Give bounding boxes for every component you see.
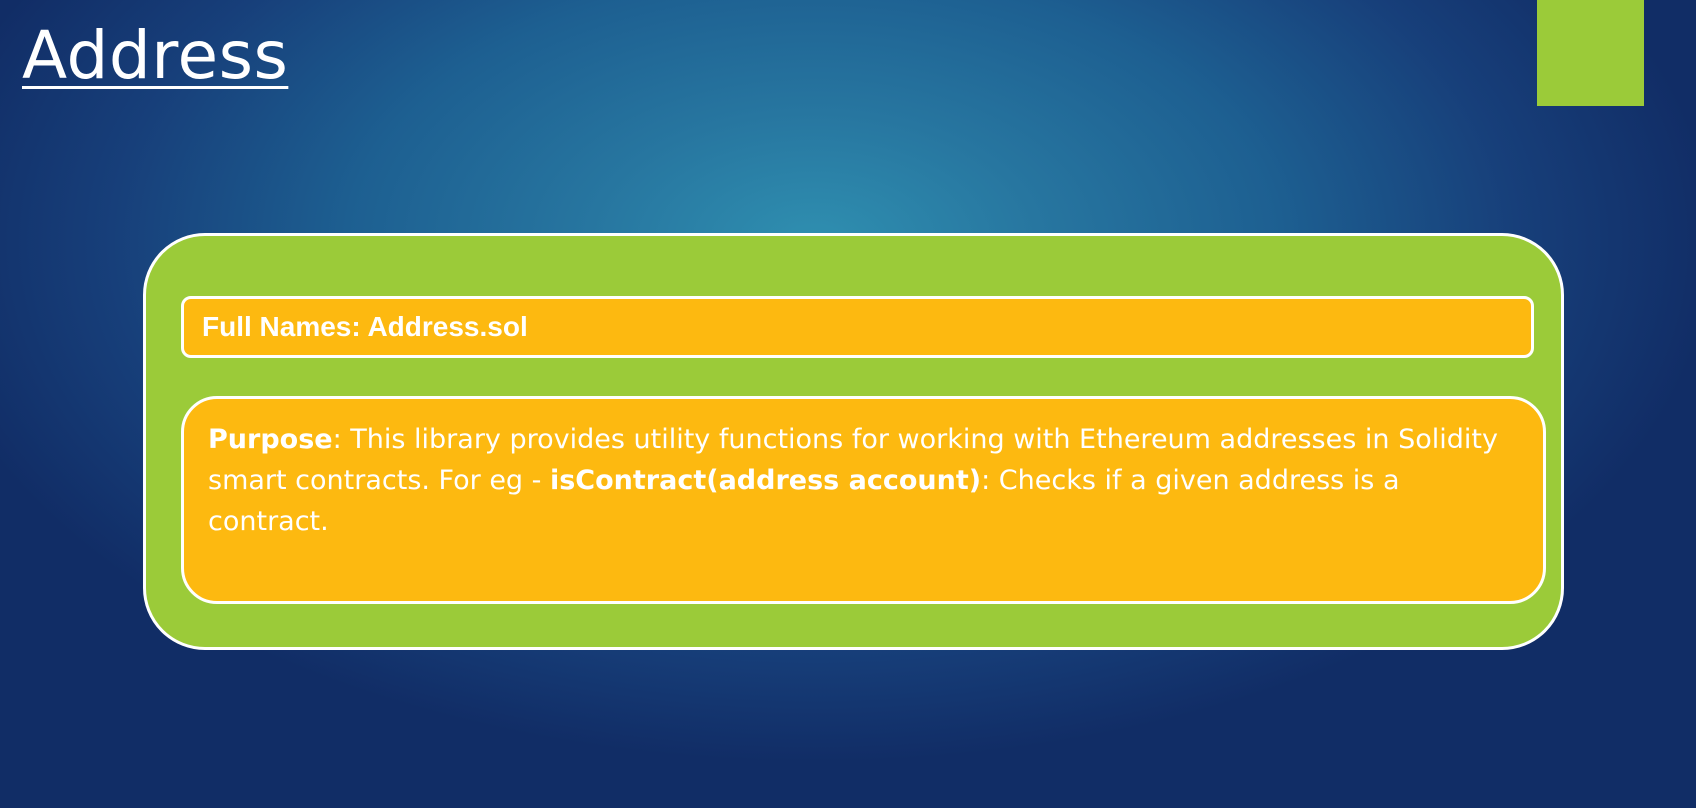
full-names-label: Full Names: Address.sol (202, 311, 528, 342)
accent-square (1537, 0, 1644, 106)
full-names-bar: Full Names: Address.sol (181, 296, 1534, 358)
purpose-paragraph: Purpose: This library provides utility f… (208, 419, 1519, 542)
purpose-box: Purpose: This library provides utility f… (181, 396, 1546, 604)
slide-title: Address (22, 17, 289, 94)
function-signature: isContract(address account) (549, 465, 982, 496)
purpose-label: Purpose (208, 424, 333, 455)
